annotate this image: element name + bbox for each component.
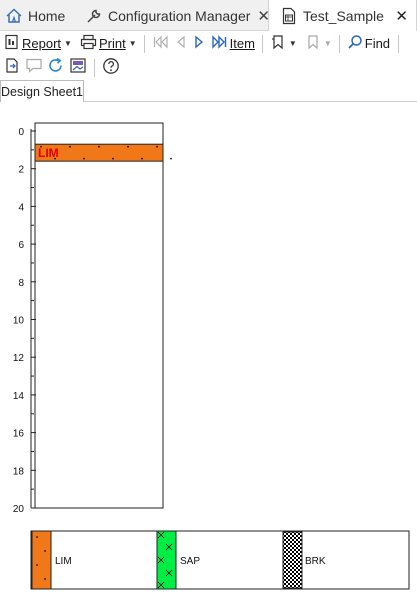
legend-swatch-sap bbox=[156, 530, 177, 590]
toolbar-divider bbox=[261, 34, 263, 53]
comment-button[interactable] bbox=[23, 57, 45, 79]
chevron-down-icon: ▼ bbox=[288, 39, 297, 48]
document-tab-bar: Home Configuration Manager ✕ Test_Sample… bbox=[0, 0, 417, 32]
file-arrow-icon bbox=[4, 57, 21, 79]
log-drawing: 0 2 4 6 8 10 12 14 16 18 20 LIM LIM SAP BRK bbox=[13, 122, 410, 590]
print-button[interactable]: Print ▼ bbox=[78, 33, 139, 55]
depth-tick-label: 18 bbox=[13, 466, 25, 477]
bookmark-add-button[interactable]: ▼ bbox=[303, 33, 334, 55]
legend-label-brk: BRK bbox=[305, 556, 326, 567]
find-label: Find bbox=[364, 36, 391, 51]
pattern-dot bbox=[170, 157, 172, 160]
depth-tick-label: 20 bbox=[13, 504, 25, 515]
bookmark-icon bbox=[270, 34, 286, 53]
last-item-button[interactable]: Item bbox=[208, 33, 257, 55]
comment-icon bbox=[25, 57, 43, 79]
refresh-icon bbox=[47, 57, 65, 79]
legend-swatch-lim bbox=[31, 530, 52, 590]
triangle-left-icon bbox=[174, 34, 188, 53]
chevron-down-icon: ▼ bbox=[323, 39, 332, 48]
find-button[interactable]: Find bbox=[345, 33, 392, 55]
toolbar-divider bbox=[398, 34, 400, 53]
tab-configuration-manager[interactable]: Configuration Manager ✕ bbox=[84, 0, 270, 31]
interval-label: LIM bbox=[38, 146, 59, 160]
report-icon bbox=[4, 34, 20, 53]
depth-tick-label: 4 bbox=[18, 202, 24, 213]
tab-home[interactable]: Home bbox=[4, 0, 76, 31]
tab-test-sample-label: Test_Sample bbox=[303, 8, 384, 24]
close-icon[interactable]: ✕ bbox=[395, 7, 408, 25]
item-label: Item bbox=[229, 36, 255, 51]
report-button[interactable]: Report ▼ bbox=[2, 33, 74, 55]
design-canvas: 0 2 4 6 8 10 12 14 16 18 20 LIM LIM SAP BRK bbox=[0, 103, 417, 598]
log-column bbox=[34, 122, 164, 509]
triangle-right-icon bbox=[192, 34, 206, 53]
depth-tick-label: 0 bbox=[18, 127, 24, 138]
legend-label-sap: SAP bbox=[180, 556, 200, 567]
image-icon bbox=[69, 57, 87, 79]
search-icon bbox=[347, 34, 363, 53]
sheet-tab-bar: Design Sheet1 bbox=[0, 80, 417, 102]
pattern-dot bbox=[69, 145, 71, 148]
document-icon bbox=[279, 6, 299, 26]
depth-tick-label: 16 bbox=[13, 429, 25, 440]
tab-test-sample[interactable]: Test_Sample ✕ bbox=[268, 0, 417, 32]
toolbar-divider bbox=[338, 34, 340, 53]
legend-label-lim: LIM bbox=[55, 556, 72, 567]
depth-tick-label: 14 bbox=[13, 391, 25, 402]
pattern-dot bbox=[36, 536, 38, 538]
image-view-button[interactable] bbox=[67, 57, 89, 79]
new-file-button[interactable] bbox=[2, 57, 23, 79]
pattern-dot bbox=[44, 550, 46, 552]
sheet-tab-design-sheet1[interactable]: Design Sheet1 bbox=[0, 80, 84, 102]
chevron-down-icon: ▼ bbox=[128, 39, 137, 48]
toolbar-divider bbox=[94, 59, 95, 77]
first-item-button[interactable] bbox=[150, 33, 172, 55]
legend-box bbox=[30, 530, 410, 590]
depth-tick-label: 12 bbox=[13, 353, 25, 364]
home-icon bbox=[4, 6, 24, 26]
toolbar-divider bbox=[143, 34, 145, 53]
pattern-dot bbox=[36, 564, 38, 566]
depth-tick-label: 10 bbox=[13, 316, 25, 327]
pattern-dot bbox=[156, 145, 158, 148]
wrench-icon bbox=[84, 6, 104, 26]
pattern-dot bbox=[44, 578, 46, 580]
report-label: Report bbox=[22, 36, 62, 51]
depth-tick-label: 2 bbox=[18, 165, 24, 176]
previous-item-button[interactable] bbox=[172, 33, 190, 55]
bookmark-outline-icon bbox=[305, 34, 321, 53]
pattern-dot bbox=[83, 157, 85, 160]
depth-tick-label: 6 bbox=[18, 240, 24, 251]
secondary-toolbar bbox=[0, 56, 417, 80]
help-icon bbox=[102, 57, 120, 80]
pattern-dot bbox=[112, 157, 114, 160]
pattern-dot bbox=[141, 157, 143, 160]
skip-last-icon bbox=[210, 34, 228, 53]
refresh-button[interactable] bbox=[45, 57, 67, 79]
main-toolbar: Report ▼ Print ▼ Item ▼ ▼ Find bbox=[0, 31, 417, 56]
chevron-down-icon: ▼ bbox=[64, 39, 72, 48]
print-label: Print bbox=[98, 36, 126, 51]
pattern-dot bbox=[98, 145, 100, 148]
next-item-button[interactable] bbox=[190, 33, 208, 55]
bookmark-button[interactable]: ▼ bbox=[268, 33, 299, 55]
printer-icon bbox=[80, 34, 97, 53]
skip-first-icon bbox=[152, 34, 170, 53]
tab-configuration-manager-label: Configuration Manager bbox=[108, 7, 251, 24]
pattern-dot bbox=[127, 145, 129, 148]
help-button[interactable] bbox=[100, 57, 122, 79]
legend-swatch-brk bbox=[282, 531, 303, 589]
tab-home-label: Home bbox=[28, 7, 66, 24]
depth-tick-label: 8 bbox=[18, 278, 24, 289]
